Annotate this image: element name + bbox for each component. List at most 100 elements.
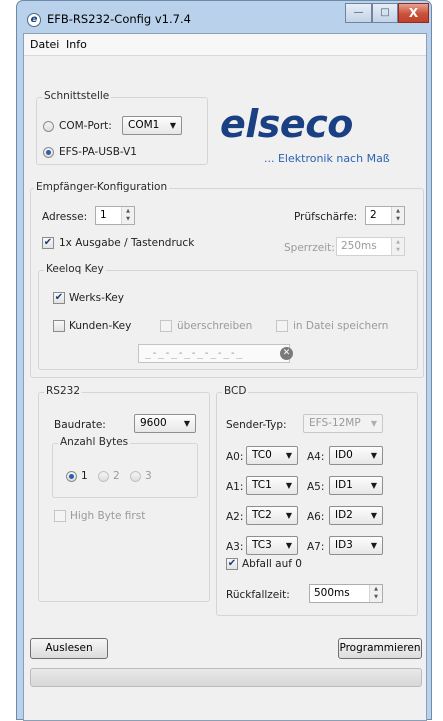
a7-value: ID3 bbox=[335, 539, 353, 551]
minimize-button[interactable]: — bbox=[345, 3, 372, 23]
anzahl-bytes-group bbox=[52, 443, 198, 498]
in-datei-label: in Datei speichern bbox=[293, 320, 389, 332]
bytes-3-radio[interactable] bbox=[130, 471, 141, 482]
spin-up-icon[interactable]: ▲ bbox=[392, 238, 404, 246]
a2-label: A2: bbox=[226, 511, 244, 523]
abfall-label: Abfall auf 0 bbox=[242, 558, 302, 570]
a1-select[interactable]: TC1 ▼ bbox=[246, 476, 298, 495]
a5-label: A5: bbox=[307, 481, 325, 493]
chevron-down-icon: ▼ bbox=[285, 511, 292, 520]
schnittstelle-title: Schnittstelle bbox=[42, 90, 112, 102]
ausgabe-checkbox[interactable]: ✔ bbox=[42, 237, 54, 249]
com-port-value: COM1 bbox=[128, 119, 160, 131]
bytes-1-radio[interactable] bbox=[66, 471, 77, 482]
chevron-down-icon: ▼ bbox=[169, 121, 176, 130]
elseco-logo: elseco bbox=[220, 102, 353, 146]
bytes-1-label: 1 bbox=[81, 470, 88, 482]
chevron-down-icon: ▼ bbox=[285, 541, 292, 550]
a2-select[interactable]: TC2 ▼ bbox=[246, 506, 298, 525]
a6-value: ID2 bbox=[335, 509, 353, 521]
a2-value: TC2 bbox=[252, 509, 272, 521]
chevron-down-icon: ▼ bbox=[370, 481, 377, 490]
com-port-select[interactable]: COM1 ▼ bbox=[122, 116, 182, 135]
spin-up-icon[interactable]: ▲ bbox=[392, 207, 404, 215]
a5-select[interactable]: ID1 ▼ bbox=[329, 476, 383, 495]
werks-key-checkbox[interactable]: ✔ bbox=[53, 292, 65, 304]
window-title: EFB-RS232-Config v1.7.4 bbox=[47, 12, 191, 26]
kunden-key-checkbox[interactable] bbox=[53, 320, 65, 332]
a7-select[interactable]: ID3 ▼ bbox=[329, 536, 383, 555]
sender-typ-label: Sender-Typ: bbox=[226, 419, 287, 431]
bytes-2-radio[interactable] bbox=[98, 471, 109, 482]
menu-bar: Datei Info bbox=[24, 34, 426, 56]
maximize-button[interactable]: □ bbox=[372, 3, 398, 23]
chevron-down-icon: ▼ bbox=[370, 511, 377, 520]
werks-key-label: Werks-Key bbox=[69, 292, 124, 304]
usb-label: EFS-PA-USB-V1 bbox=[59, 146, 137, 158]
baudrate-value: 9600 bbox=[140, 417, 167, 429]
menu-info[interactable]: Info bbox=[66, 38, 87, 51]
high-byte-checkbox[interactable] bbox=[54, 510, 66, 522]
kunden-key-input[interactable]: _-_-_-_-_-_-_-_ bbox=[138, 344, 290, 363]
a3-select[interactable]: TC3 ▼ bbox=[246, 536, 298, 555]
spin-down-icon[interactable]: ▼ bbox=[392, 246, 404, 254]
sperrzeit-stepper[interactable]: 250ms ▲ ▼ bbox=[336, 237, 405, 256]
a5-value: ID1 bbox=[335, 479, 353, 491]
spin-down-icon[interactable]: ▼ bbox=[370, 593, 382, 601]
progress-bar bbox=[30, 668, 422, 687]
com-port-label: COM-Port: bbox=[59, 120, 112, 132]
com-port-radio[interactable] bbox=[43, 121, 54, 132]
close-button[interactable]: X bbox=[398, 3, 429, 23]
sender-typ-value: EFS-12MP bbox=[309, 417, 361, 429]
logo-slogan: ... Elektronik nach Maß bbox=[264, 152, 390, 165]
sperrzeit-label: Sperrzeit: bbox=[284, 242, 335, 254]
sperrzeit-value: 250ms bbox=[341, 240, 377, 252]
a6-label: A6: bbox=[307, 511, 325, 523]
spin-down-icon[interactable]: ▼ bbox=[392, 215, 404, 223]
high-byte-label: High Byte first bbox=[70, 510, 146, 522]
rueckfallzeit-value: 500ms bbox=[314, 587, 350, 599]
pruefschaerfe-stepper[interactable]: 2 ▲ ▼ bbox=[365, 206, 405, 225]
empfaenger-title: Empfänger-Konfiguration bbox=[34, 181, 170, 193]
a0-select[interactable]: TC0 ▼ bbox=[246, 446, 298, 465]
ueberschreiben-checkbox[interactable] bbox=[160, 320, 172, 332]
title-bar[interactable]: e EFB-RS232-Config v1.7.4 — □ X bbox=[17, 1, 431, 33]
in-datei-checkbox[interactable] bbox=[276, 320, 288, 332]
chevron-down-icon: ▼ bbox=[370, 541, 377, 550]
spin-up-icon[interactable]: ▲ bbox=[122, 207, 134, 215]
chevron-down-icon: ▼ bbox=[183, 419, 190, 428]
usb-radio[interactable] bbox=[43, 147, 54, 158]
a4-value: ID0 bbox=[335, 449, 353, 461]
spin-up-icon[interactable]: ▲ bbox=[370, 585, 382, 593]
abfall-checkbox[interactable]: ✔ bbox=[226, 558, 238, 570]
bytes-2-label: 2 bbox=[113, 470, 120, 482]
adresse-label: Adresse: bbox=[42, 211, 88, 223]
chevron-down-icon: ▼ bbox=[370, 451, 377, 460]
pruefschaerfe-value: 2 bbox=[370, 209, 377, 221]
pruefschaerfe-label: Prüfschärfe: bbox=[294, 211, 358, 223]
programmieren-button[interactable]: Programmieren bbox=[338, 638, 422, 659]
clear-icon[interactable]: ✕ bbox=[280, 347, 293, 360]
menu-datei[interactable]: Datei bbox=[30, 38, 59, 51]
app-window: e EFB-RS232-Config v1.7.4 — □ X Datei In… bbox=[16, 0, 432, 721]
a4-select[interactable]: ID0 ▼ bbox=[329, 446, 383, 465]
baudrate-label: Baudrate: bbox=[54, 419, 106, 431]
a6-select[interactable]: ID2 ▼ bbox=[329, 506, 383, 525]
sender-typ-select[interactable]: EFS-12MP ▼ bbox=[303, 414, 383, 433]
app-icon: e bbox=[27, 13, 41, 27]
auslesen-button[interactable]: Auslesen bbox=[30, 638, 108, 659]
chevron-down-icon: ▼ bbox=[285, 451, 292, 460]
rueckfallzeit-stepper[interactable]: 500ms ▲ ▼ bbox=[309, 584, 383, 603]
a0-value: TC0 bbox=[252, 449, 272, 461]
adresse-value: 1 bbox=[100, 209, 107, 221]
a3-label: A3: bbox=[226, 541, 244, 553]
spin-down-icon[interactable]: ▼ bbox=[122, 215, 134, 223]
chevron-down-icon: ▼ bbox=[370, 419, 377, 428]
ueberschreiben-label: überschreiben bbox=[177, 320, 253, 332]
adresse-stepper[interactable]: 1 ▲ ▼ bbox=[95, 206, 135, 225]
a1-label: A1: bbox=[226, 481, 244, 493]
baudrate-select[interactable]: 9600 ▼ bbox=[134, 414, 196, 433]
a0-label: A0: bbox=[226, 451, 244, 463]
rueckfallzeit-label: Rückfallzeit: bbox=[226, 589, 290, 601]
bcd-title: BCD bbox=[222, 385, 249, 397]
